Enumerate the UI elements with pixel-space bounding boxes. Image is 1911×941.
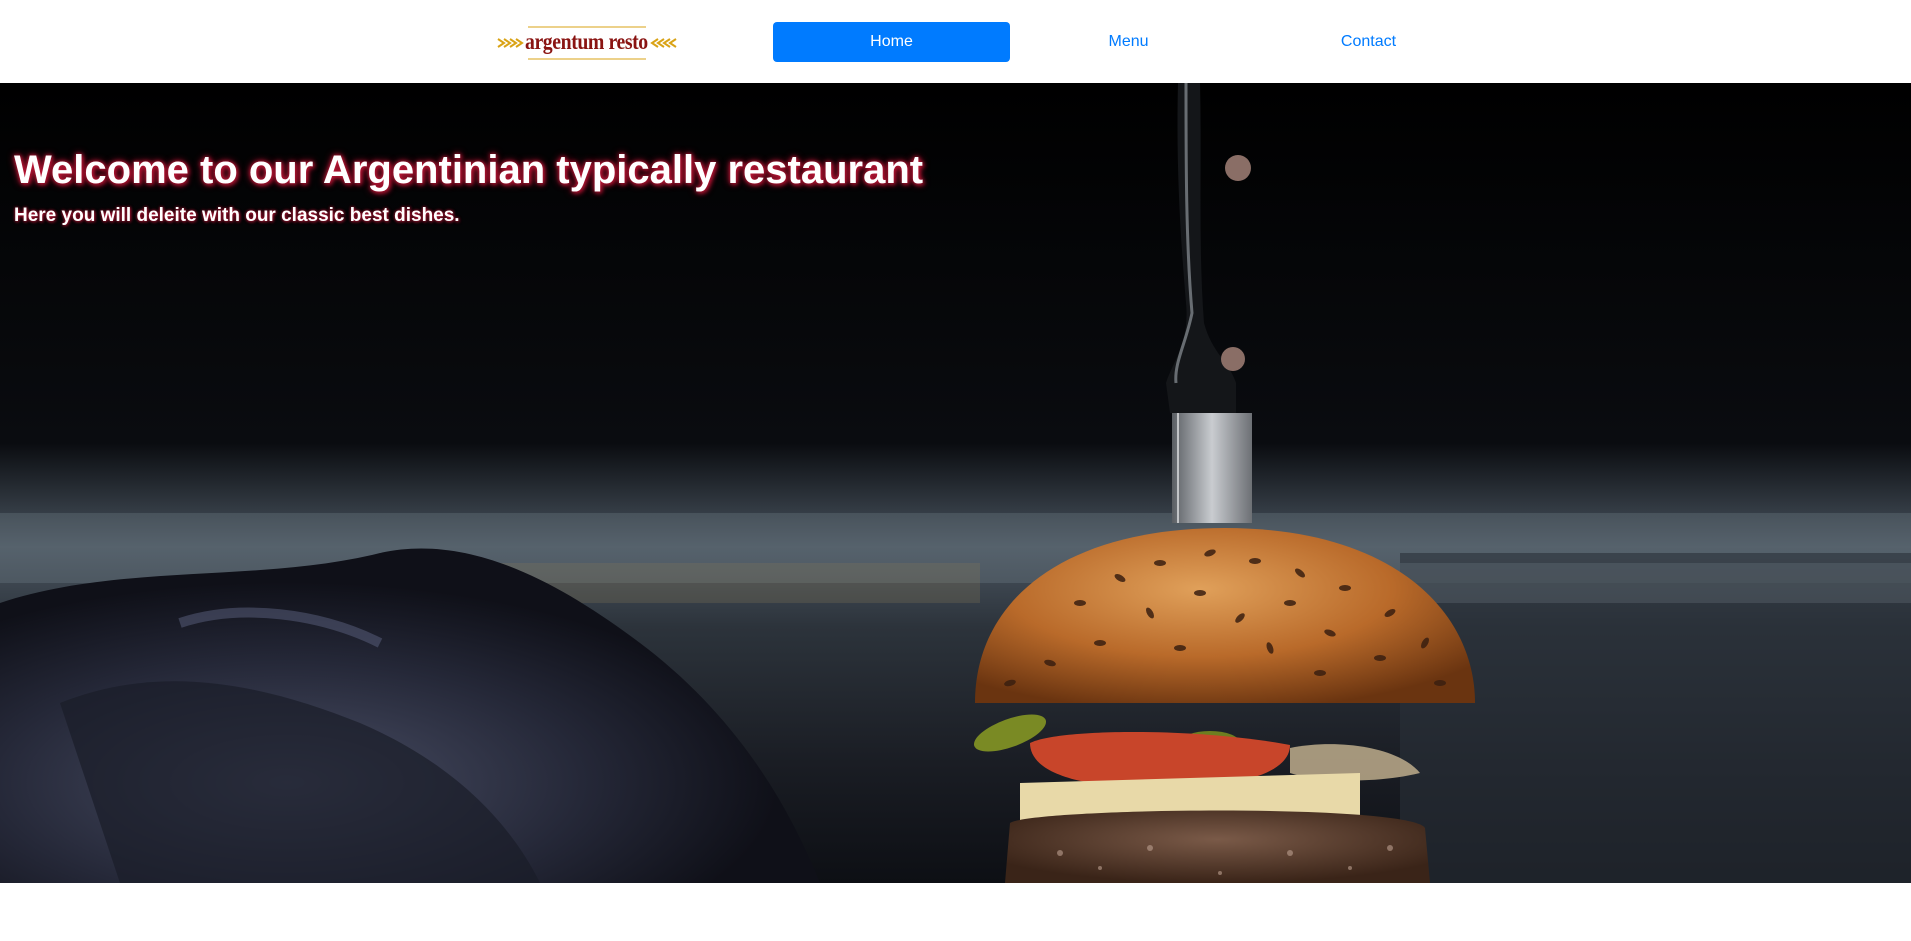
nav-menu-link[interactable]: Menu [1010, 22, 1247, 62]
hero-title: Welcome to our Argentinian typically res… [14, 148, 924, 192]
hero-section: Welcome to our Argentinian typically res… [0, 83, 1911, 883]
hero-background-image [0, 83, 1911, 883]
hero-subtitle: Here you will deleite with our classic b… [14, 205, 460, 226]
nav-home-link[interactable]: Home [773, 22, 1010, 62]
brand-logo[interactable]: argentum resto [496, 24, 678, 62]
logo-text: argentum resto [525, 29, 648, 54]
nav-contact-link[interactable]: Contact [1250, 22, 1487, 62]
navbar: argentum resto Home Menu Contact [0, 0, 1911, 83]
